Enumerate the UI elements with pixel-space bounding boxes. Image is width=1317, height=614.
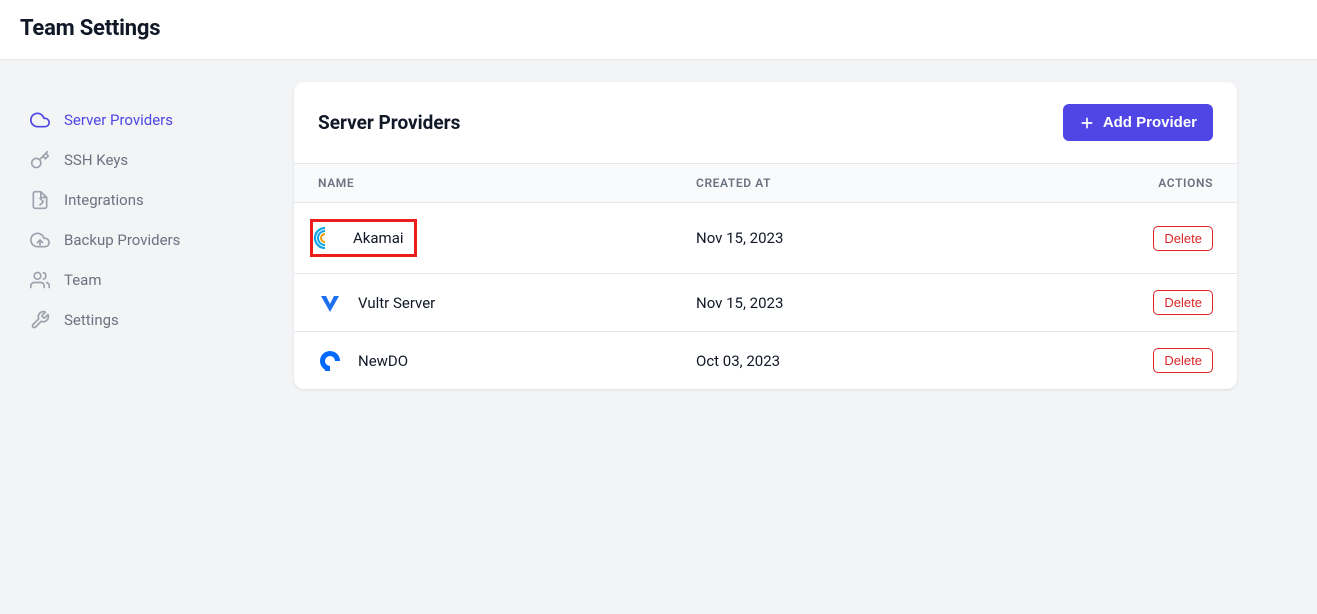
column-name: NAME: [318, 176, 696, 190]
provider-actions: Delete: [1123, 290, 1213, 315]
provider-created-at: Oct 03, 2023: [696, 352, 1123, 370]
provider-name: Akamai: [353, 229, 404, 247]
main-content: Server Providers Add Provider NAME CREAT…: [294, 82, 1317, 389]
akamai-logo-icon: [313, 226, 337, 250]
table-row: NewDO Oct 03, 2023 Delete: [294, 332, 1237, 389]
provider-created-at: Nov 15, 2023: [696, 294, 1123, 312]
provider-actions: Delete: [1123, 226, 1213, 251]
card-title: Server Providers: [318, 111, 460, 134]
sidebar-item-label: Server Providers: [64, 111, 173, 129]
column-created-at: CREATED AT: [696, 176, 1123, 190]
add-provider-label: Add Provider: [1103, 114, 1197, 131]
sidebar-item-integrations[interactable]: Integrations: [12, 180, 282, 220]
provider-name-cell: Akamai: [318, 219, 696, 257]
sidebar-item-label: SSH Keys: [64, 151, 128, 169]
provider-name: NewDO: [358, 352, 408, 370]
column-actions: ACTIONS: [1123, 176, 1213, 190]
delete-button[interactable]: Delete: [1153, 348, 1213, 373]
digitalocean-logo-icon: [318, 349, 342, 373]
sidebar-item-backup-providers[interactable]: Backup Providers: [12, 220, 282, 260]
delete-button[interactable]: Delete: [1153, 290, 1213, 315]
layout: Server Providers SSH Keys Integrations B…: [0, 60, 1317, 389]
card-header: Server Providers Add Provider: [294, 82, 1237, 163]
sidebar-item-settings[interactable]: Settings: [12, 300, 282, 340]
vultr-logo-icon: [318, 291, 342, 315]
provider-name-cell: NewDO: [318, 349, 696, 373]
page-header: Team Settings: [0, 0, 1317, 60]
sidebar-item-ssh-keys[interactable]: SSH Keys: [12, 140, 282, 180]
delete-button[interactable]: Delete: [1153, 226, 1213, 251]
add-provider-button[interactable]: Add Provider: [1063, 104, 1213, 141]
table-header: NAME CREATED AT ACTIONS: [294, 163, 1237, 203]
provider-created-at: Nov 15, 2023: [696, 229, 1123, 247]
sidebar-item-label: Team: [64, 271, 102, 289]
key-icon: [30, 150, 50, 170]
cloud-icon: [30, 110, 50, 130]
table-row: Akamai Nov 15, 2023 Delete: [294, 203, 1237, 274]
integrations-icon: [30, 190, 50, 210]
highlight-annotation: Akamai: [310, 219, 417, 257]
sidebar-item-label: Settings: [64, 311, 119, 329]
sidebar-item-team[interactable]: Team: [12, 260, 282, 300]
sidebar-item-label: Integrations: [64, 191, 144, 209]
provider-actions: Delete: [1123, 348, 1213, 373]
table-row: Vultr Server Nov 15, 2023 Delete: [294, 274, 1237, 332]
plus-icon: [1079, 115, 1095, 131]
provider-name-cell: Vultr Server: [318, 291, 696, 315]
sidebar-item-server-providers[interactable]: Server Providers: [12, 100, 282, 140]
users-icon: [30, 270, 50, 290]
sidebar: Server Providers SSH Keys Integrations B…: [0, 82, 294, 389]
page-title: Team Settings: [20, 16, 1297, 41]
sidebar-item-label: Backup Providers: [64, 231, 180, 249]
server-providers-card: Server Providers Add Provider NAME CREAT…: [294, 82, 1237, 389]
tools-icon: [30, 310, 50, 330]
provider-name: Vultr Server: [358, 294, 435, 312]
cloud-upload-icon: [30, 230, 50, 250]
